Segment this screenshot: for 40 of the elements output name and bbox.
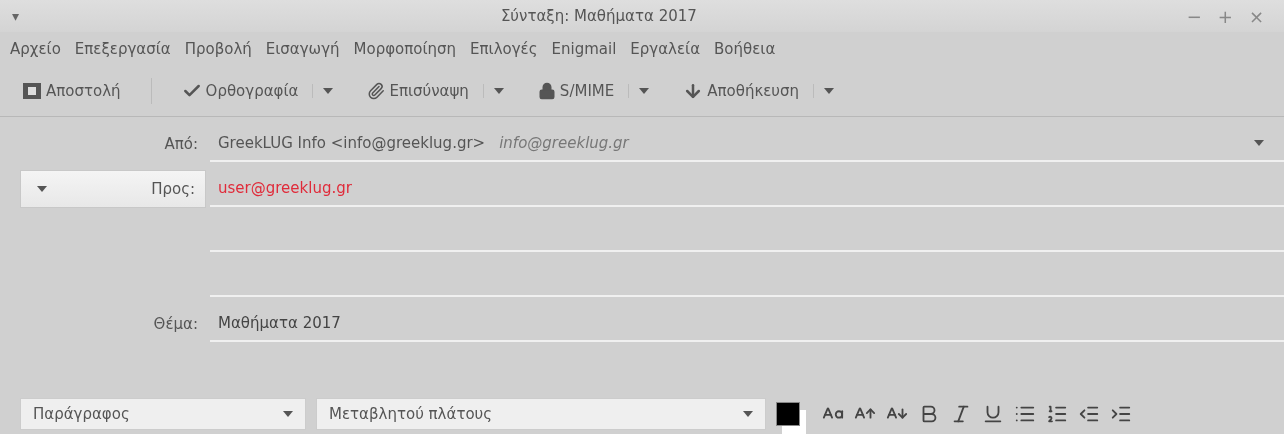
window-title: Σύνταξη: Μαθήματα 2017 bbox=[499, 7, 698, 25]
menu-item[interactable]: Μορφοποίηση bbox=[353, 40, 457, 58]
field-label: Από: bbox=[163, 134, 199, 153]
caret-icon bbox=[323, 88, 334, 94]
from-field[interactable]: GreekLUG Info <info@greeklug.gr> info@greeklug.gr bbox=[210, 125, 1284, 162]
menu-item[interactable]: Προβολή bbox=[184, 40, 252, 58]
font-select[interactable]: Μεταβλητού πλάτους bbox=[316, 398, 766, 430]
recipient-field[interactable]: user@greeklug.gr bbox=[210, 170, 1284, 207]
menu-item[interactable]: Εισαγωγή bbox=[265, 40, 340, 58]
recipient-type-button[interactable]: Προς: bbox=[20, 169, 206, 208]
underline-icon[interactable] bbox=[982, 403, 1004, 425]
caret-icon bbox=[283, 411, 293, 417]
lock-icon bbox=[537, 82, 556, 100]
toolbar-button[interactable]: Επισύναψη bbox=[361, 78, 475, 104]
field-label: Θέμα: bbox=[152, 314, 199, 333]
toolbar-button[interactable]: Αποστολή bbox=[16, 78, 127, 104]
menu-item[interactable]: Επιλογές bbox=[470, 40, 538, 58]
menu-item[interactable]: Αρχείο bbox=[10, 40, 61, 58]
window-control[interactable]: + bbox=[1209, 5, 1241, 27]
toolbar-button[interactable]: Ορθογραφία bbox=[175, 77, 305, 105]
caret-icon bbox=[1254, 139, 1264, 146]
caret-icon bbox=[37, 185, 47, 192]
toolbar-button[interactable]: S/MIME bbox=[531, 78, 621, 104]
caret-icon bbox=[743, 411, 753, 417]
caret-icon bbox=[493, 88, 504, 94]
numbered-list-icon[interactable] bbox=[1046, 403, 1068, 425]
toolbar-button[interactable]: Αποθήκευση bbox=[677, 77, 806, 105]
menu-item[interactable]: Enigmail bbox=[551, 40, 617, 58]
menu-item[interactable]: Επεξεργασία bbox=[74, 40, 171, 58]
window-control[interactable]: − bbox=[1178, 5, 1210, 27]
window-menu-glyph[interactable]: ▾ bbox=[12, 8, 20, 24]
grid-icon bbox=[22, 82, 42, 100]
subject-field[interactable]: Μαθήματα 2017 bbox=[210, 305, 1284, 342]
paragraph-select[interactable]: Παράγραφος bbox=[20, 398, 306, 430]
paperclip-icon bbox=[367, 82, 386, 100]
caret-icon bbox=[639, 88, 650, 94]
menu-item[interactable]: Εργαλεία bbox=[630, 40, 701, 58]
menu-item[interactable]: Βοήθεια bbox=[714, 40, 776, 58]
caret-icon bbox=[824, 88, 835, 94]
window-control[interactable]: × bbox=[1240, 5, 1272, 27]
